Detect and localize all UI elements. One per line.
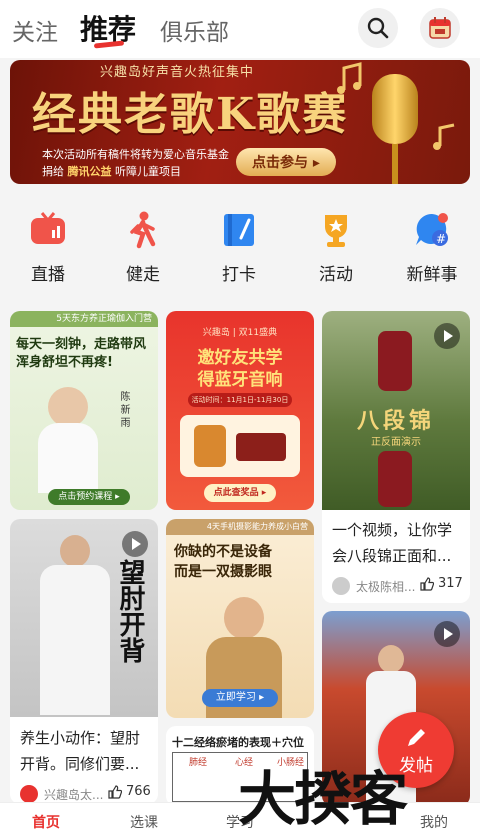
promo-banner[interactable]: 兴趣岛好声音火热征集中 经典老歌K歌赛 本次活动所有稿件将转为爱心音乐基金 捐给… [10,60,470,184]
quick-action-label: 新鲜事 [406,265,458,285]
event-date: 活动时间：11月1日-11月30日 [188,393,292,407]
teacher-name: 陈 新 雨 [118,391,129,428]
like-count: 766 [126,784,151,799]
avatar [332,577,350,595]
tab-club[interactable]: 俱乐部 [160,13,229,47]
author-name: 太极陈相... [356,579,416,594]
video-overlay-subtitle: 正反面演示 [371,437,421,448]
avatar [20,785,38,803]
checkin-book-icon [219,210,259,250]
learn-now-button[interactable]: 立即学习 ▸ [202,689,278,707]
nav-courses[interactable]: 选课 [130,812,158,832]
quick-action-label: 活动 [319,265,353,285]
search-icon [367,17,389,39]
feed-card-course[interactable]: 4天手机摄影能力养成小白营 你缺的不是设备 而是一双摄影眼 立即学习 ▸ [166,519,314,718]
tab-follow[interactable]: 关注 [12,13,58,47]
trophy-icon [316,210,356,250]
card-author[interactable]: 太极陈相... [332,577,415,595]
video-overlay-title: 八段锦 [356,408,435,434]
quick-action-label: 打卡 [222,265,256,285]
card-headline-2: 得蓝牙音响 [197,370,283,390]
table-header: 肺经 [189,758,208,768]
music-note-icon [337,62,362,94]
feed-card-promo[interactable]: 兴趣岛 | 双11盛典 邀好友共学 得蓝牙音响 活动时间：11月1日-11月30… [166,311,314,510]
microphone-icon [372,74,418,144]
card-headline: 你缺的不是设备 [174,544,272,560]
feed-card-video[interactable]: 八段锦 正反面演示 一个视频，让你学会八段锦正面和... 太极陈相... 317 [322,311,470,603]
banner-desc-pre: 捐给 [42,165,64,178]
quick-action-news[interactable]: # 新鲜事 [392,210,472,285]
quick-action-live[interactable]: 直播 [8,210,88,285]
person-head [48,387,88,427]
quick-action-label: 健走 [126,265,160,285]
like-button[interactable]: 317 [420,576,463,591]
video-overlay-title: 望肘开背 [115,559,145,663]
walking-person-icon [123,210,163,250]
nav-home[interactable]: 首页 [32,812,60,832]
live-tv-icon [28,210,68,250]
calendar-icon [429,17,451,39]
card-brand: 兴趣岛 | 双11盛典 [202,328,278,338]
banner-description: 本次活动所有稿件将转为爱心音乐基金 [42,148,229,161]
microphone-stand [392,144,398,184]
join-button[interactable]: 点击参与 ▸ [236,148,336,176]
banner-description-2: 捐给 腾讯公益 听障儿童项目 [42,163,181,179]
quick-action-checkin[interactable]: 打卡 [199,210,279,285]
feed-card-video[interactable]: 望肘开背 养生小动作：望肘开背。同修们要... 兴趣岛太... 766 [10,519,158,804]
card-headline-2: 浑身舒坦不再疼! [16,355,113,370]
hashtag-bubble-icon: # [412,210,452,250]
pencil-icon [408,728,425,746]
card-headline-2: 而是一双摄影眼 [174,564,272,580]
person-body [38,423,98,493]
like-button[interactable]: 766 [108,784,151,799]
feed-card-course[interactable]: 5天东方养正瑜伽入门营 每天一刻钟，走路带风 浑身舒坦不再疼! 陈 新 雨 点击… [10,311,158,510]
banner-desc-post: 听障儿童项目 [115,165,181,178]
article-title: 十二经络瘀堵的表现＋穴位 [172,736,304,749]
watermark: 大揆客 [238,765,408,833]
speaker-image [194,425,226,467]
author-name: 兴趣岛太... [44,787,104,802]
music-note-icon-2 [433,123,455,150]
book-course-button[interactable]: 点击预约课程 ▸ [48,489,130,505]
performer-figure-2 [378,451,412,507]
banner-title: 经典老歌K歌赛 [32,89,349,140]
card-top-label: 4天手机摄影能力养成小白营 [166,519,314,535]
thumbs-up-icon [108,784,122,799]
calendar-button[interactable] [420,8,460,48]
top-bar: 关注 推荐 俱乐部 [0,0,480,58]
performer-figure [378,331,412,391]
card-top-label: 5天东方养正瑜伽入门营 [10,311,158,327]
play-icon [122,531,148,557]
svg-text:#: # [436,232,446,246]
play-icon [434,621,460,647]
card-headline: 每天一刻钟，走路带风 [16,337,147,352]
person-head [60,535,90,567]
card-title: 一个视频，让你学会八段锦正面和... [332,521,453,565]
search-button[interactable] [358,8,398,48]
view-prizes-button[interactable]: 点此查奖品 ▸ [204,484,276,502]
person-head [224,597,264,639]
speaker-image-2 [236,433,286,461]
person-body [40,565,110,715]
quick-action-events[interactable]: 活动 [296,210,376,285]
quick-action-label: 直播 [31,265,65,285]
nav-me[interactable]: 我的 [420,812,448,832]
person-head [378,645,404,673]
like-count: 317 [438,576,463,591]
quick-action-walk[interactable]: 健走 [103,210,183,285]
card-title: 养生小动作：望肘开背。同修们要... [20,729,141,773]
thumbs-up-icon [420,576,434,591]
play-icon [434,323,460,349]
charity-brand: 腾讯公益 [67,165,112,178]
card-author[interactable]: 兴趣岛太... [20,785,103,803]
